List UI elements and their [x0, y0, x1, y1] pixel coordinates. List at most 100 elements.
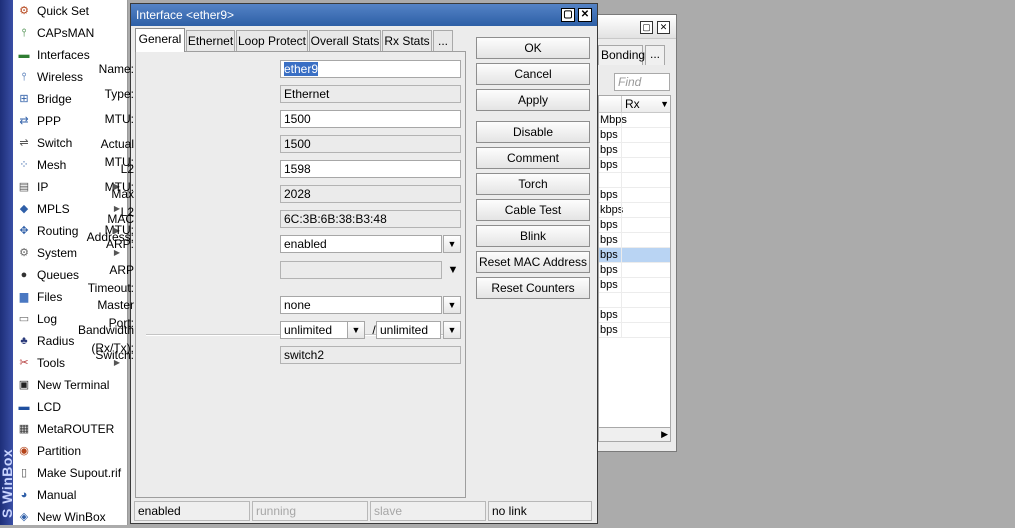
- ok-button[interactable]: OK: [476, 37, 590, 59]
- cable-test-button[interactable]: Cable Test: [476, 199, 590, 221]
- table-row[interactable]: bps: [599, 323, 670, 338]
- table-cell: Mbps: [600, 114, 627, 126]
- table-row[interactable]: bps: [599, 218, 670, 233]
- brand-label: S WinBox: [0, 448, 13, 518]
- torch-button[interactable]: Torch: [476, 173, 590, 195]
- sidebar-item-label: Partition: [37, 444, 82, 458]
- metarouter-icon: ▦: [18, 423, 30, 435]
- ppp-icon: ⇄: [19, 115, 29, 127]
- table-row[interactable]: bps: [599, 233, 670, 248]
- files-icon: ▆: [19, 291, 29, 303]
- tab-more[interactable]: ...: [433, 30, 453, 51]
- sidebar-item-make-supout-rif[interactable]: ▯ Make Supout.rif: [13, 462, 127, 484]
- table-row[interactable]: bps: [599, 263, 670, 278]
- arp-timeout-expand-icon[interactable]: ▼: [444, 261, 462, 279]
- table-row[interactable]: bps: [599, 128, 670, 143]
- name-value: ether9: [284, 62, 319, 76]
- column-header-rx[interactable]: Rx ▼: [621, 96, 670, 113]
- sidebar-item-partition[interactable]: ◉ Partition: [13, 440, 127, 462]
- arp-timeout-label: ARP Timeout:: [87, 263, 135, 295]
- close-icon[interactable]: ✕: [578, 8, 592, 22]
- sidebar-item-metarouter[interactable]: ▦ MetaROUTER: [13, 418, 127, 440]
- table-row[interactable]: bps: [599, 278, 670, 293]
- interface-table: Rx ▼ Mbps bps bps bps bps kbps bps bps bps bps bps…: [598, 95, 671, 429]
- reset-counters-button[interactable]: Reset Counters: [476, 277, 590, 299]
- bandwidth-tx-select[interactable]: unlimited: [376, 321, 441, 339]
- table-row[interactable]: kbps: [599, 203, 670, 218]
- sidebar-item-lcd[interactable]: ▬ LCD: [13, 396, 127, 418]
- tab-general[interactable]: General: [135, 28, 185, 52]
- sidebar-item-label: Files: [37, 290, 63, 304]
- tab-rx-stats[interactable]: Rx Stats: [382, 30, 432, 51]
- sidebar-item-new-terminal[interactable]: ▣ New Terminal: [13, 374, 127, 396]
- mtu-label: MTU:: [104, 112, 134, 126]
- master-port-dropdown-icon[interactable]: ▼: [443, 296, 461, 314]
- ip-icon: ▤: [18, 181, 30, 193]
- sidebar-item-label: New WinBox: [37, 510, 106, 524]
- table-row[interactable]: bps: [599, 188, 670, 203]
- sidebar-item-manual[interactable]: ◕ Manual: [13, 484, 127, 506]
- table-row[interactable]: [599, 293, 670, 308]
- tab-more[interactable]: ...: [645, 45, 665, 65]
- chevron-down-icon[interactable]: ▼: [660, 96, 669, 112]
- comment-button[interactable]: Comment: [476, 147, 590, 169]
- mtu-input[interactable]: 1500: [280, 110, 461, 128]
- tab-overall-stats[interactable]: Overall Stats: [309, 30, 381, 51]
- sidebar-item-capsman[interactable]: ⫯ CAPsMAN: [13, 22, 127, 44]
- horizontal-scrollbar[interactable]: ▶: [598, 427, 671, 442]
- sidebar-item-label: Routing: [37, 224, 79, 238]
- table-row[interactable]: bps: [599, 248, 670, 263]
- name-input[interactable]: ether9: [280, 60, 461, 78]
- bandwidth-tx-dropdown-icon[interactable]: ▼: [443, 321, 461, 339]
- sidebar-item-label: PPP: [37, 114, 62, 128]
- wireless-icon: ⫯: [21, 71, 27, 83]
- sidebar-item-label: Radius: [37, 334, 75, 348]
- bandwidth-rx-select[interactable]: unlimited: [280, 321, 352, 339]
- table-cell: bps: [600, 249, 618, 261]
- general-tab-panel: Name: ether9 Type: Ethernet MTU: 1500 Ac…: [78, 51, 466, 498]
- apply-button[interactable]: Apply: [476, 89, 590, 111]
- maximize-icon[interactable]: ▢: [640, 21, 653, 34]
- tab-loop-protect[interactable]: Loop Protect: [236, 30, 308, 51]
- scroll-right-icon[interactable]: ▶: [661, 428, 668, 441]
- table-cell: bps: [600, 144, 618, 156]
- table-row[interactable]: bps: [599, 158, 670, 173]
- l2-mtu-input[interactable]: 1598: [280, 160, 461, 178]
- table-cell: bps: [600, 234, 618, 246]
- arp-select[interactable]: enabled: [280, 235, 442, 253]
- table-cell: bps: [600, 219, 618, 231]
- arp-dropdown-icon[interactable]: ▼: [443, 235, 461, 253]
- dialog-titlebar[interactable]: Interface <ether9> ▢ ✕: [131, 4, 597, 26]
- bridge-icon: ⊞: [19, 93, 29, 105]
- disable-button[interactable]: Disable: [476, 121, 590, 143]
- maximize-icon[interactable]: ▢: [561, 8, 575, 22]
- table-row[interactable]: bps: [599, 143, 670, 158]
- status-link: no link: [488, 501, 592, 521]
- table-cell: bps: [600, 279, 618, 291]
- winbox-icon: ◈: [19, 511, 29, 523]
- status-running: running: [252, 501, 368, 521]
- table-row[interactable]: Mbps: [599, 113, 670, 128]
- table-row[interactable]: bps: [599, 308, 670, 323]
- find-input[interactable]: Find: [614, 73, 670, 91]
- table-row[interactable]: [599, 173, 670, 188]
- blink-button[interactable]: Blink: [476, 225, 590, 247]
- master-port-select[interactable]: none: [280, 296, 442, 314]
- cancel-button[interactable]: Cancel: [476, 63, 590, 85]
- bandwidth-rx-dropdown-icon[interactable]: ▼: [347, 321, 365, 339]
- dialog-title: Interface <ether9>: [136, 8, 235, 22]
- reset-mac-address-button[interactable]: Reset MAC Address: [476, 251, 590, 273]
- sidebar-item-quick-set[interactable]: ⚙ Quick Set: [13, 0, 127, 22]
- mpls-icon: ◆: [19, 203, 29, 215]
- lcd-icon: ▬: [18, 401, 30, 413]
- tab-bonding[interactable]: Bonding: [598, 45, 645, 65]
- quick-set-icon: ⚙: [19, 5, 29, 17]
- capsman-icon: ⫯: [21, 27, 27, 39]
- arp-timeout-input[interactable]: [280, 261, 442, 279]
- type-field: Ethernet: [280, 85, 461, 103]
- tab-ethernet[interactable]: Ethernet: [186, 30, 235, 51]
- close-icon[interactable]: ✕: [657, 21, 670, 34]
- max-l2-mtu-field: 2028: [280, 185, 461, 203]
- sidebar-item-label: CAPsMAN: [37, 26, 95, 40]
- column-header-left[interactable]: [599, 96, 621, 113]
